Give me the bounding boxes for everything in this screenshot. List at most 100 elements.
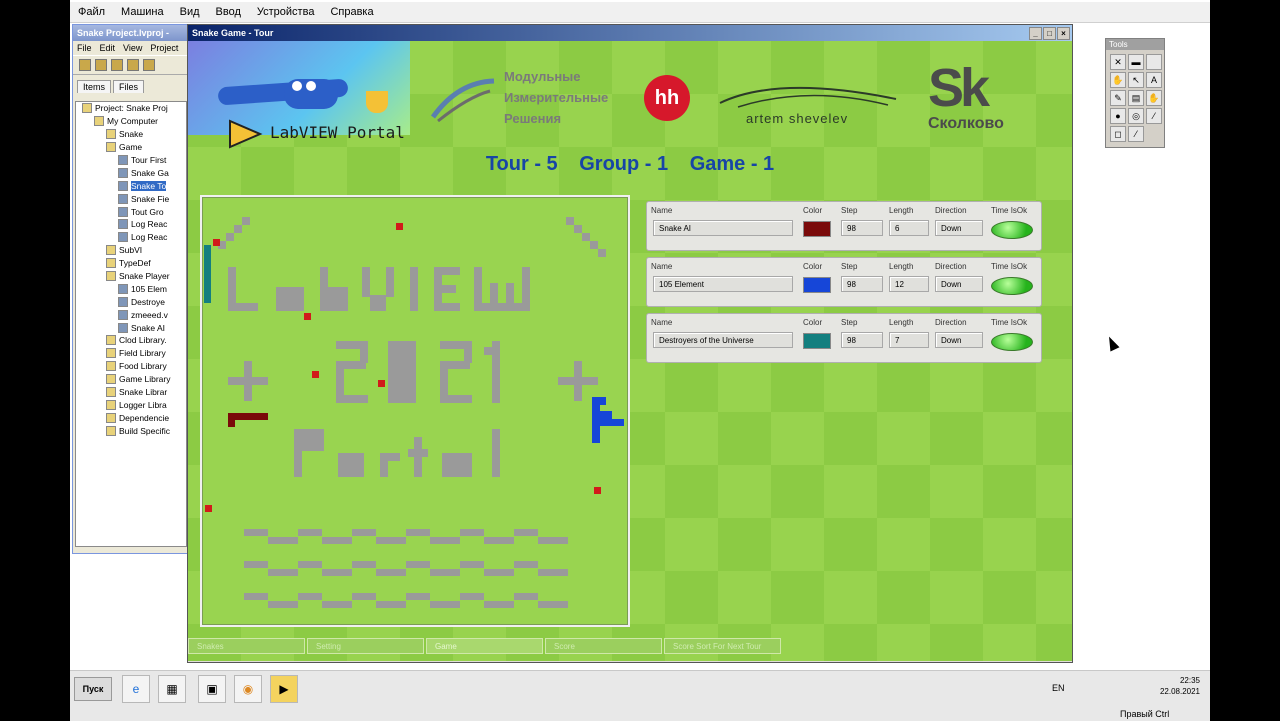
close-icon[interactable]: × [1057,26,1070,40]
language-indicator[interactable]: EN [1052,683,1065,693]
brush-icon[interactable]: ⁄ [1128,126,1144,142]
breakpoint-icon[interactable]: ● [1110,108,1126,124]
probe-icon[interactable]: ◎ [1128,108,1144,124]
tab-score[interactable]: Score [545,638,662,654]
tree-item[interactable]: Snake Ga [76,166,186,179]
snake-name-field[interactable]: Snake AI [653,220,793,236]
step-field[interactable]: 98 [841,276,883,292]
tree-item-label: Field Library [119,348,166,359]
project-tree[interactable]: Project: Snake Proj My Computer Snake Game T… [75,101,187,547]
labview-portal-banner: LabVIEW Portal [188,41,410,149]
tab-snakes[interactable]: Snakes [188,638,305,654]
vi-file-icon [118,232,128,243]
text-tool-icon[interactable]: A [1146,72,1162,88]
tree-item[interactable]: Destroye [76,295,186,308]
tree-item[interactable]: Snake Fie [76,192,186,205]
tree-item[interactable]: Logger Libra [76,398,186,411]
color-fill-icon[interactable]: ◻ [1110,126,1126,142]
snake-color-swatch[interactable] [803,333,831,349]
tab-score-sort[interactable]: Score Sort For Next Tour [664,638,781,654]
tree-item[interactable]: SubVI [76,244,186,257]
main-titlebar[interactable]: Snake Game - Tour _ □ × [188,25,1072,41]
minimize-icon[interactable]: _ [1029,26,1042,40]
labview-task-icon[interactable]: ▶ [270,675,298,703]
tab-setting[interactable]: Setting [307,638,424,654]
tree-item[interactable]: Snake [76,128,186,141]
open-icon[interactable] [95,59,107,71]
copy-icon[interactable] [143,59,155,71]
start-button[interactable]: Пуск [74,677,112,701]
tree-item[interactable]: Snake AI [76,321,186,334]
tree-item[interactable]: Field Library [76,347,186,360]
vm-menu-machine[interactable]: Машина [113,6,172,18]
clock[interactable]: 22:35 22.08.2021 [1160,675,1200,697]
tree-item[interactable]: Snake Librar [76,386,186,399]
wire-tool-icon[interactable]: ✎ [1110,90,1126,106]
snake-name-field[interactable]: 105 Element [653,276,793,292]
snake-color-swatch[interactable] [803,277,831,293]
save-icon[interactable] [111,59,123,71]
operate-hand-icon[interactable]: ✋ [1110,72,1126,88]
auto-tool-icon[interactable]: ✕ [1110,54,1126,70]
length-field[interactable]: 7 [889,332,929,348]
snake-color-swatch[interactable] [803,221,831,237]
chrome-icon[interactable]: ◉ [234,675,262,703]
arrow-tool-icon[interactable]: ↖ [1128,72,1144,88]
tree-item[interactable]: My Computer [76,115,186,128]
tree-item[interactable]: Log Reac [76,231,186,244]
tree-item[interactable]: Game [76,141,186,154]
project-toolbar [73,55,190,75]
tree-item[interactable]: 105 Elem [76,282,186,295]
tree-item[interactable]: Log Reac [76,218,186,231]
project-menu-project[interactable]: Project [146,43,182,53]
project-menu-edit[interactable]: Edit [96,43,120,53]
step-field[interactable]: 98 [841,332,883,348]
vm-menu-file[interactable]: Файл [70,6,113,18]
tree-item[interactable]: Clod Library. [76,334,186,347]
cut-icon[interactable] [127,59,139,71]
menu-tool-icon[interactable]: ▤ [1128,90,1144,106]
new-icon[interactable] [79,59,91,71]
tools-title[interactable]: Tools [1106,39,1164,50]
maximize-icon[interactable]: □ [1043,26,1056,40]
tree-item[interactable]: Tour First [76,154,186,167]
color-copy-icon[interactable]: ⁄ [1146,108,1162,124]
vm-menu-view[interactable]: Вид [172,6,208,18]
tree-item[interactable]: Snake To [76,179,186,192]
snake-card: Name Color Step Length Direction Time IsOk Sna… [646,201,1042,251]
tree-item[interactable]: Tout Gro [76,205,186,218]
scroll-tool-icon[interactable]: ✋ [1146,90,1162,106]
tour-heading: Tour - 5 Group - 1 Game - 1 [188,153,1072,176]
tree-item[interactable]: zmeeed.v [76,308,186,321]
tree-item[interactable]: Build Specific [76,424,186,437]
folder-icon [106,335,116,346]
direction-field[interactable]: Down [935,220,983,236]
tree-item[interactable]: TypeDef [76,257,186,270]
length-field[interactable]: 6 [889,220,929,236]
vm-menu-help[interactable]: Справка [322,6,381,18]
length-field[interactable]: 12 [889,276,929,292]
tab-game[interactable]: Game [426,638,543,654]
vm-menu-devices[interactable]: Устройства [249,6,323,18]
tab-items[interactable]: Items [77,80,112,93]
project-titlebar[interactable]: Snake Project.lvproj - [73,25,190,41]
direction-field[interactable]: Down [935,276,983,292]
snake-name-field[interactable]: Destroyers of the Universe [653,332,793,348]
vm-menu-input[interactable]: Ввод [208,6,249,18]
tab-files[interactable]: Files [113,80,145,93]
step-field[interactable]: 98 [841,220,883,236]
tree-item[interactable]: Project: Snake Proj [76,102,186,115]
tree-item[interactable]: Game Library [76,373,186,386]
direction-field[interactable]: Down [935,332,983,348]
spare-tool-icon[interactable] [1146,54,1162,70]
cmd-icon[interactable]: ▣ [198,675,226,703]
tree-item[interactable]: Food Library [76,360,186,373]
ie-icon[interactable]: e [122,675,150,703]
tree-item[interactable]: Snake Player [76,270,186,283]
toggle-icon[interactable]: ▬ [1128,54,1144,70]
tree-item[interactable]: Dependencie [76,411,186,424]
explorer-icon[interactable]: ▦ [158,675,186,703]
project-menu-file[interactable]: File [73,43,96,53]
project-menu-view[interactable]: View [119,43,146,53]
hh-logo: hh [644,75,690,121]
